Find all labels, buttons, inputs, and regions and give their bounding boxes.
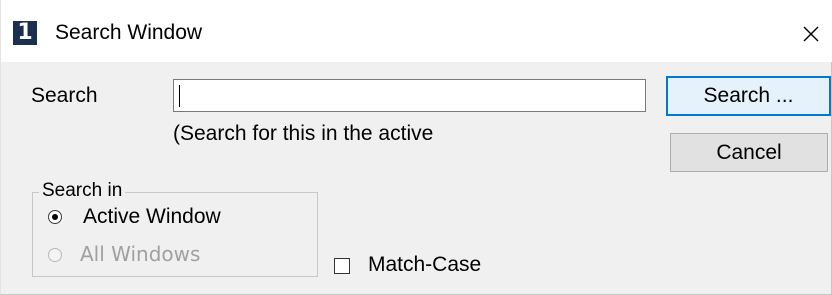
radio-active-window[interactable]: [48, 210, 62, 224]
search-button[interactable]: Search ...: [666, 76, 831, 116]
radio-selected-icon: [52, 214, 58, 220]
app-icon: 1: [13, 21, 37, 45]
close-icon: [803, 26, 819, 42]
text-caret: [179, 85, 180, 107]
search-input[interactable]: [173, 79, 646, 112]
radio-all-windows: [48, 248, 62, 262]
cancel-button[interactable]: Cancel: [670, 133, 828, 172]
match-case-label[interactable]: Match-Case: [368, 253, 481, 277]
match-case-checkbox[interactable]: [334, 258, 350, 274]
radio-active-window-label[interactable]: Active Window: [83, 205, 221, 229]
radio-all-windows-label: All Windows: [80, 242, 201, 266]
search-label: Search: [31, 84, 98, 107]
title-bar: 1 Search Window: [1, 0, 832, 62]
search-hint: (Search for this in the active: [173, 122, 434, 145]
search-dialog: 1 Search Window Search (Search for this …: [0, 0, 832, 295]
close-button[interactable]: [791, 14, 829, 52]
search-in-legend: Search in: [39, 180, 126, 202]
window-title: Search Window: [55, 21, 203, 44]
